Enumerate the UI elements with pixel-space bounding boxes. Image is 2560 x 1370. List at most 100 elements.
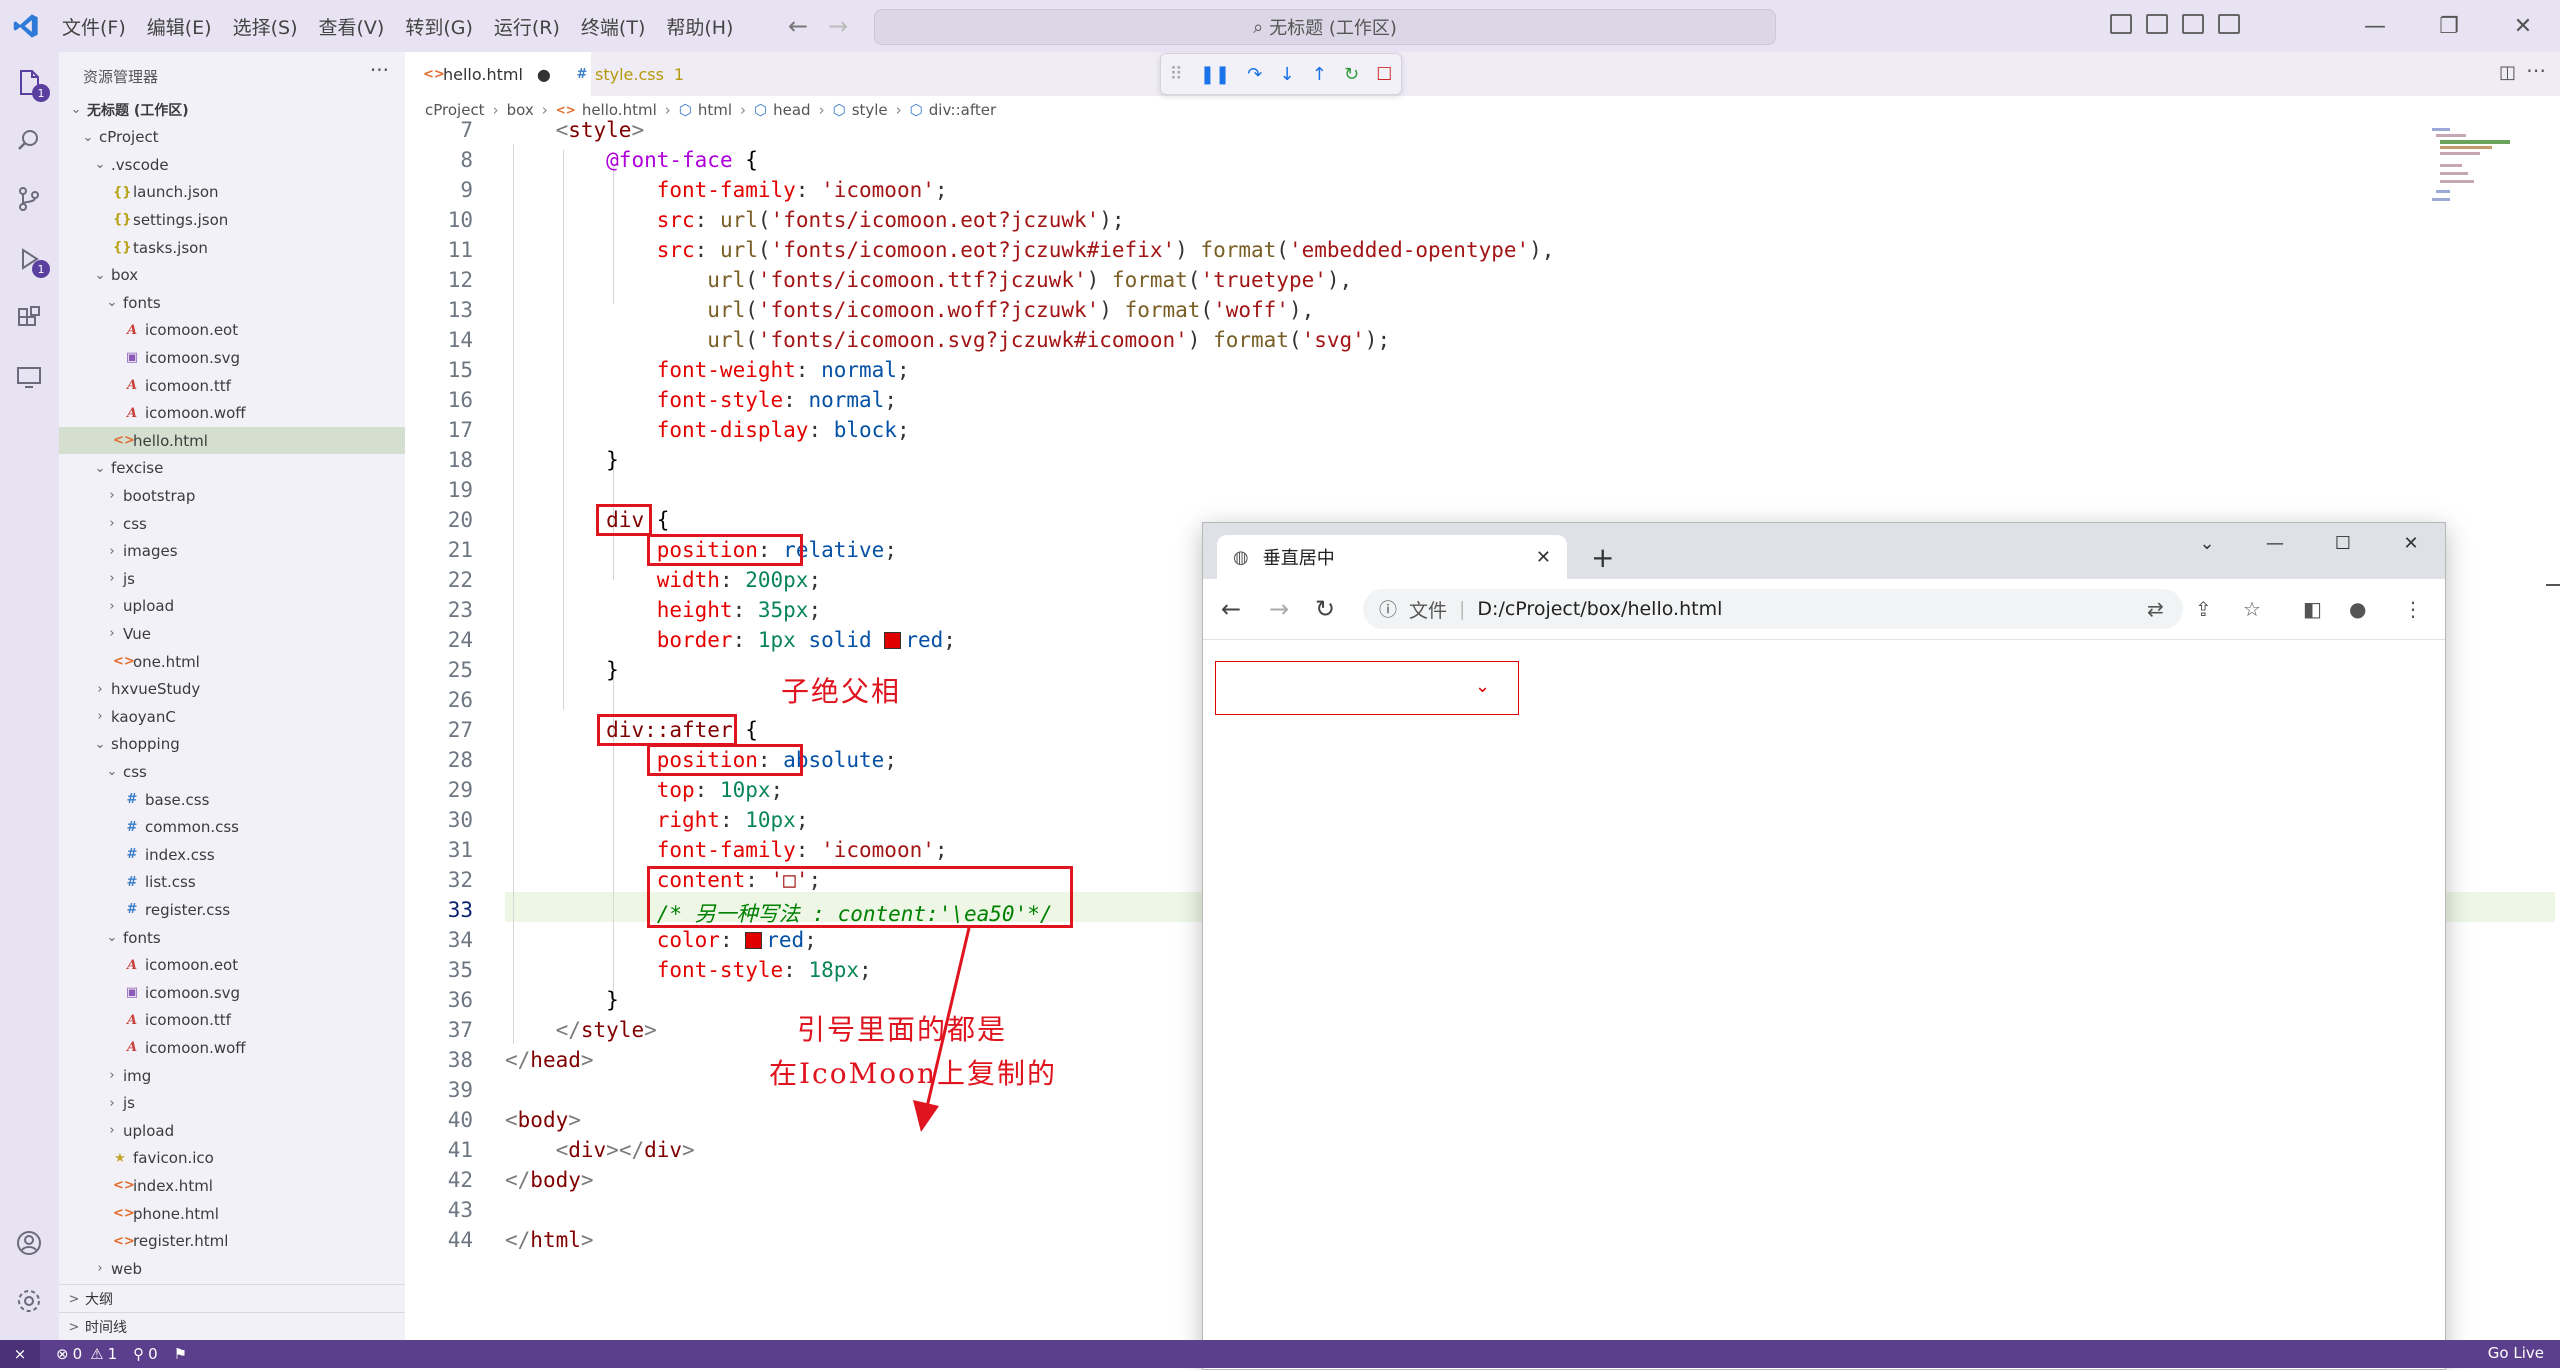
- restart-icon[interactable]: ↻: [1344, 64, 1359, 85]
- extensions-icon[interactable]: [12, 302, 46, 336]
- drag-handle-icon[interactable]: ⠿: [1170, 64, 1183, 85]
- error-icon[interactable]: ⊗: [56, 1345, 69, 1363]
- step-out-icon[interactable]: ↑: [1312, 64, 1327, 85]
- search-icon[interactable]: [12, 124, 46, 158]
- close-icon[interactable]: ✕: [2486, 0, 2560, 52]
- ports-icon[interactable]: ⚲: [133, 1345, 144, 1363]
- menu-run[interactable]: 运行(R): [494, 13, 560, 40]
- menu-view[interactable]: 查看(V): [319, 13, 385, 40]
- color-swatch[interactable]: [745, 932, 763, 949]
- forward-arrow-icon[interactable]: →: [1269, 595, 1289, 623]
- folder-item[interactable]: ⌄ css: [59, 758, 405, 785]
- restore-icon[interactable]: ❐: [2412, 0, 2486, 52]
- menu-selection[interactable]: 选择(S): [233, 13, 298, 40]
- menu-edit[interactable]: 编辑(E): [147, 13, 212, 40]
- minimize-icon[interactable]: —: [2338, 0, 2412, 52]
- folder-item[interactable]: › img: [59, 1062, 405, 1089]
- explorer-icon[interactable]: 1: [12, 66, 50, 102]
- file-item[interactable]: # list.css: [59, 869, 405, 896]
- info-icon[interactable]: ⓘ: [1379, 596, 1397, 622]
- menu-terminal[interactable]: 终端(T): [581, 13, 645, 40]
- menu-file[interactable]: 文件(F): [62, 13, 126, 40]
- tab-search-icon[interactable]: ⌄: [2173, 523, 2241, 563]
- folder-item[interactable]: › images: [59, 538, 405, 565]
- folder-item[interactable]: ⌄ fonts: [59, 289, 405, 316]
- file-item[interactable]: Aicomoon.woff: [59, 1034, 405, 1061]
- breadcrumb-item[interactable]: html: [698, 101, 732, 119]
- back-arrow-icon[interactable]: ←: [1221, 595, 1241, 623]
- maximize-icon[interactable]: ☐: [2309, 523, 2377, 563]
- file-item[interactable]: Aicomoon.eot: [59, 317, 405, 344]
- minimize-icon[interactable]: —: [2241, 523, 2309, 563]
- breadcrumb-item[interactable]: head: [773, 101, 810, 119]
- timeline-section[interactable]: > 时间线: [59, 1312, 405, 1341]
- folder-item[interactable]: ⌄ shopping: [59, 731, 405, 758]
- split-editor-icon[interactable]: ◫: [2499, 62, 2516, 83]
- command-center[interactable]: ⌕ 无标题 (工作区): [874, 9, 1776, 45]
- file-item[interactable]: # register.css: [59, 896, 405, 923]
- minimap[interactable]: [2430, 124, 2530, 214]
- new-tab-icon[interactable]: +: [1591, 541, 1614, 574]
- run-debug-icon[interactable]: 1: [12, 242, 50, 278]
- color-swatch[interactable]: [884, 632, 902, 649]
- browser-tab[interactable]: ◍ 垂直居中 ✕: [1217, 535, 1567, 579]
- translate-icon[interactable]: ⇄: [2147, 597, 2164, 621]
- folder-item[interactable]: › js: [59, 565, 405, 592]
- outline-section[interactable]: > 大纲: [59, 1284, 405, 1313]
- toggle-sidebar-icon[interactable]: [2110, 14, 2132, 34]
- folder-item[interactable]: ⌄ cProject: [59, 124, 405, 151]
- ports-count[interactable]: 0: [148, 1345, 158, 1363]
- error-count[interactable]: 0: [73, 1345, 83, 1363]
- file-item[interactable]: {} tasks.json: [59, 234, 405, 261]
- breadcrumb-item[interactable]: hello.html: [582, 101, 657, 119]
- breadcrumb-item[interactable]: div::after: [929, 101, 996, 119]
- breadcrumb-item[interactable]: style: [852, 101, 888, 119]
- file-item[interactable]: # common.css: [59, 814, 405, 841]
- breadcrumb-item[interactable]: cProject: [425, 101, 485, 119]
- close-tab-icon[interactable]: ✕: [1536, 547, 1551, 568]
- file-item[interactable]: Aicomoon.eot: [59, 952, 405, 979]
- folder-item[interactable]: ⌄ fexcise: [59, 455, 405, 482]
- file-item[interactable]: <> phone.html: [59, 1200, 405, 1227]
- editor-scrollbar[interactable]: [2546, 124, 2560, 1340]
- file-item[interactable]: Aicomoon.woff: [59, 400, 405, 427]
- profile-avatar-icon[interactable]: ●: [2349, 597, 2366, 621]
- close-icon[interactable]: ✕: [2377, 523, 2445, 563]
- file-item[interactable]: <> one.html: [59, 648, 405, 675]
- folder-item[interactable]: › Vue: [59, 620, 405, 647]
- file-item[interactable]: <> index.html: [59, 1172, 405, 1199]
- folder-item[interactable]: › js: [59, 1090, 405, 1117]
- file-item[interactable]: <> hello.html: [59, 427, 405, 455]
- reload-icon[interactable]: ↻: [1315, 595, 1335, 623]
- go-live-button[interactable]: Go Live: [2488, 1344, 2544, 1362]
- tab-style-css[interactable]: # style.css 1: [557, 52, 713, 96]
- file-item[interactable]: <> register.html: [59, 1228, 405, 1255]
- folder-item[interactable]: › kaoyanC: [59, 703, 405, 730]
- back-arrow-icon[interactable]: ←: [788, 12, 808, 40]
- debug-launch-icon[interactable]: ⚑: [174, 1345, 187, 1363]
- step-into-icon[interactable]: ↓: [1280, 64, 1295, 85]
- file-item[interactable]: ★ favicon.ico: [59, 1145, 405, 1172]
- menu-help[interactable]: 帮助(H): [666, 13, 733, 40]
- folder-item[interactable]: ⌄ fonts: [59, 924, 405, 951]
- address-bar[interactable]: ⓘ 文件 | D:/cProject/box/hello.html: [1363, 589, 2183, 629]
- step-over-icon[interactable]: ↷: [1247, 64, 1262, 85]
- toggle-secondary-sidebar-icon[interactable]: [2182, 14, 2204, 34]
- folder-item[interactable]: › web: [59, 1255, 405, 1282]
- folder-item[interactable]: ⌄ .vscode: [59, 151, 405, 178]
- file-item[interactable]: {} settings.json: [59, 206, 405, 233]
- folder-item[interactable]: › upload: [59, 593, 405, 620]
- remote-explorer-icon[interactable]: [12, 360, 46, 394]
- folder-item[interactable]: ⌄ 无标题 (工作区): [59, 96, 405, 123]
- stop-icon[interactable]: ☐: [1376, 64, 1392, 85]
- folder-item[interactable]: › hxvueStudy: [59, 676, 405, 703]
- file-item[interactable]: ▣ icomoon.svg: [59, 979, 405, 1006]
- folder-item[interactable]: › bootstrap: [59, 482, 405, 509]
- file-item[interactable]: # base.css: [59, 786, 405, 813]
- file-item[interactable]: Aicomoon.ttf: [59, 372, 405, 399]
- file-item[interactable]: # index.css: [59, 841, 405, 868]
- side-panel-icon[interactable]: ◧: [2303, 597, 2322, 621]
- folder-item[interactable]: ⌄ box: [59, 262, 405, 289]
- warning-icon[interactable]: ⚠: [90, 1345, 103, 1363]
- remote-indicator-icon[interactable]: ⨯: [0, 1340, 40, 1368]
